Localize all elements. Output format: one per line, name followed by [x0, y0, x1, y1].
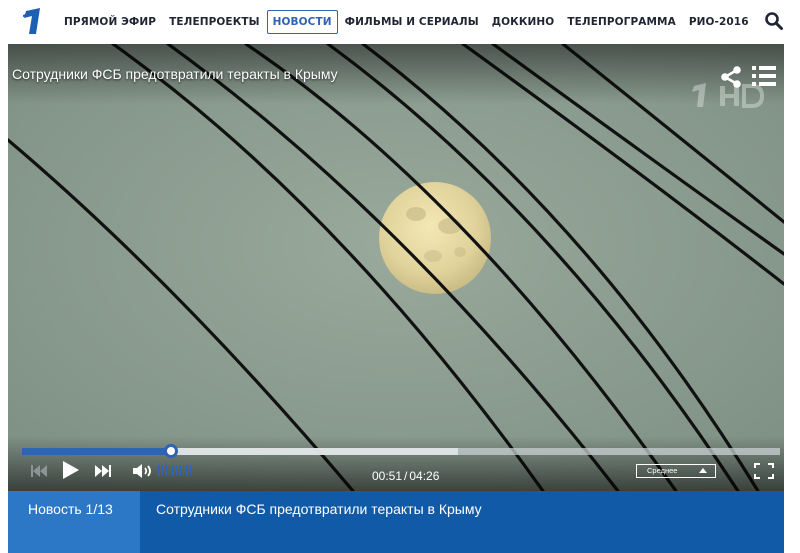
time-display: 00:51/04:26 [372, 469, 439, 483]
news-counter: Новость 1/13 [8, 491, 140, 553]
news-info-bar: Новость 1/13 Сотрудники ФСБ предотвратил… [8, 491, 784, 553]
progress-thumb[interactable] [164, 444, 179, 458]
time-separator: / [404, 469, 408, 483]
previous-icon[interactable] [30, 464, 48, 478]
video-player[interactable]: Сотрудники ФСБ предотвратили теракты в К… [8, 44, 784, 491]
news-title[interactable]: Сотрудники ФСБ предотвратили теракты в К… [156, 501, 482, 517]
nav-item-live[interactable]: ПРЯМОЙ ЭФИР [58, 10, 162, 34]
next-icon[interactable] [94, 464, 112, 478]
video-frame[interactable] [8, 44, 784, 491]
search-icon[interactable] [764, 11, 784, 31]
nav-item-news[interactable]: НОВОСТИ [266, 10, 338, 34]
main-nav: ПРЯМОЙ ЭФИР ТЕЛЕПРОЕКТЫ НОВОСТИ ФИЛЬМЫ И… [58, 10, 756, 34]
site-header: ПРЯМОЙ ЭФИР ТЕЛЕПРОЕКТЫ НОВОСТИ ФИЛЬМЫ И… [0, 0, 800, 44]
volume-icon[interactable] [132, 463, 154, 479]
video-title: Сотрудники ФСБ предотвратили теракты в К… [12, 66, 338, 82]
play-icon[interactable] [62, 460, 80, 480]
playlist-icon[interactable] [752, 65, 776, 87]
progress-played [22, 448, 172, 455]
share-icon[interactable] [720, 66, 742, 88]
fullscreen-icon[interactable] [754, 463, 774, 479]
progress-bar[interactable] [22, 444, 780, 458]
channel-one-logo[interactable] [18, 7, 44, 35]
player-controls: 00:51/04:26 Среднее [8, 436, 784, 491]
time-total: 04:26 [409, 469, 440, 483]
time-current: 00:51 [372, 469, 403, 483]
nav-item-dockino[interactable]: ДОККИНО [486, 10, 561, 34]
quality-label: Среднее [647, 466, 678, 475]
quality-select[interactable]: Среднее [636, 464, 716, 478]
nav-item-films-series[interactable]: ФИЛЬМЫ И СЕРИАЛЫ [339, 10, 485, 34]
nav-item-teleprojects[interactable]: ТЕЛЕПРОЕКТЫ [163, 10, 266, 34]
nav-item-rio-2016[interactable]: РИО-2016 [683, 10, 755, 34]
caret-up-icon [699, 468, 707, 473]
volume-slider[interactable] [158, 465, 191, 476]
nav-item-tv-program[interactable]: ТЕЛЕПРОГРАММА [561, 10, 681, 34]
